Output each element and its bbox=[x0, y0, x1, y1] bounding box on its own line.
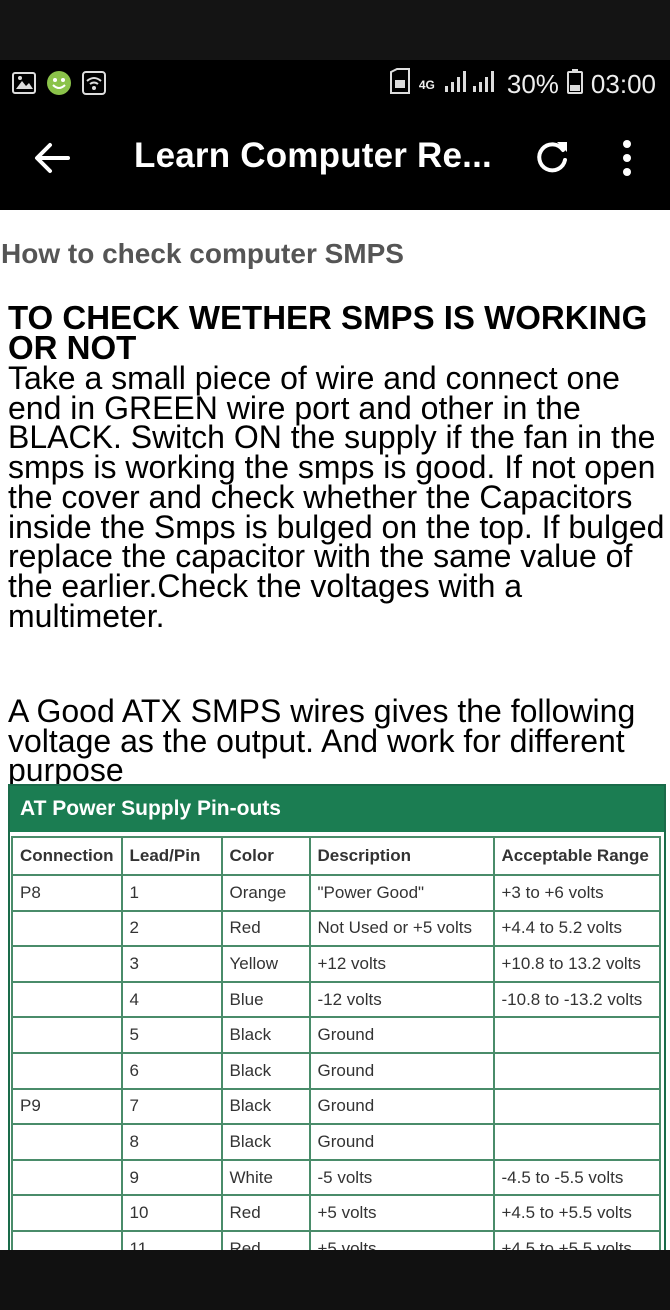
table-cell: 9 bbox=[120, 1158, 223, 1197]
table-row: 9 White -5 volts -4.5 to -5.5 volts bbox=[11, 1158, 661, 1197]
table-cell: Ground bbox=[308, 1051, 495, 1090]
table-cell: P9 bbox=[11, 1087, 123, 1126]
wifi-icon bbox=[82, 71, 106, 100]
table-cell: Red bbox=[220, 909, 311, 948]
table-row: 10 Red +5 volts +4.5 to +5.5 volts bbox=[11, 1194, 661, 1232]
page-heading: How to check computer SMPS bbox=[1, 238, 404, 269]
table-cell bbox=[11, 909, 123, 948]
table-cell bbox=[11, 1016, 123, 1054]
top-black-bar bbox=[0, 0, 670, 60]
table-cell: -12 volts bbox=[308, 980, 495, 1019]
table-cell: Black bbox=[220, 1051, 311, 1090]
table-cell bbox=[11, 1194, 123, 1232]
table-cell: Black bbox=[220, 1016, 311, 1054]
table-cell: -4.5 to -5.5 volts bbox=[492, 1158, 661, 1197]
table-cell: 4 bbox=[120, 980, 223, 1019]
table-cell: 6 bbox=[120, 1051, 223, 1090]
battery-icon bbox=[566, 68, 583, 101]
table-row: 8 Black Ground bbox=[11, 1123, 661, 1161]
table-cell: Blue bbox=[220, 980, 311, 1019]
table-cell: Black bbox=[220, 1087, 311, 1126]
table-row: 3 Yellow +12 volts +10.8 to 13.2 volts bbox=[11, 945, 661, 983]
article-paragraph-2: A Good ATX SMPS wires gives the followin… bbox=[8, 693, 636, 789]
more-vert-icon[interactable] bbox=[612, 136, 642, 180]
table-cell bbox=[492, 1123, 661, 1161]
header-acceptable-range: Acceptable Range bbox=[492, 836, 661, 876]
table-cell: +12 volts bbox=[308, 945, 495, 983]
smiley-icon bbox=[46, 70, 72, 101]
table-cell: White bbox=[220, 1158, 311, 1197]
table-cell: +3 to +6 volts bbox=[492, 874, 661, 912]
table-cell bbox=[11, 1051, 123, 1090]
power-supply-pinout-table: AT Power Supply Pin-outs Connection Lead… bbox=[8, 784, 666, 1250]
table-row: 4 Blue -12 volts -10.8 to -13.2 volts bbox=[11, 980, 661, 1019]
webview-content[interactable]: How to check computer SMPS TO CHECK WETH… bbox=[0, 210, 670, 1250]
table-caption: AT Power Supply Pin-outs bbox=[10, 786, 664, 832]
table-cell: Ground bbox=[308, 1016, 495, 1054]
table-cell bbox=[492, 1016, 661, 1054]
table-cell: +4.5 to +5.5 volts bbox=[492, 1194, 661, 1232]
table-cell: 10 bbox=[120, 1194, 223, 1232]
battery-percent: 30% bbox=[506, 69, 559, 99]
back-arrow-icon[interactable] bbox=[30, 136, 74, 180]
table-cell: Black bbox=[220, 1123, 311, 1161]
bottom-bar bbox=[0, 1250, 670, 1310]
table-cell: 1 bbox=[120, 874, 223, 912]
table-row: 6 Black Ground bbox=[11, 1051, 661, 1090]
refresh-icon[interactable] bbox=[530, 136, 574, 180]
table-row: 2 Red Not Used or +5 volts +4.4 to 5.2 volt… bbox=[11, 909, 661, 948]
table-cell: 11 bbox=[120, 1229, 223, 1250]
signal-icon bbox=[443, 68, 499, 101]
table-cell: 3 bbox=[120, 945, 223, 983]
table-cell: Red bbox=[220, 1229, 311, 1250]
image-icon bbox=[12, 72, 36, 99]
article-title: TO CHECK WETHER SMPS IS WORKING OR NOT bbox=[8, 299, 648, 366]
header-lead-pin: Lead/Pin bbox=[120, 836, 223, 876]
table-cell bbox=[11, 980, 123, 1019]
table-cell: -10.8 to -13.2 volts bbox=[492, 980, 661, 1019]
header-color: Color bbox=[220, 836, 311, 876]
table-row: 5 Black Ground bbox=[11, 1016, 661, 1054]
table-cell: Yellow bbox=[220, 945, 311, 983]
table-cell bbox=[492, 1051, 661, 1090]
status-bar: 4G 30% 03:00 bbox=[0, 60, 670, 106]
table-cell: +5 volts bbox=[308, 1194, 495, 1232]
table-cell bbox=[11, 1123, 123, 1161]
table-cell: 7 bbox=[120, 1087, 223, 1126]
table-cell: Red bbox=[220, 1194, 311, 1232]
table-cell: +5 volts bbox=[308, 1229, 495, 1250]
network-type: 4G bbox=[418, 77, 435, 92]
table-cell: +10.8 to 13.2 volts bbox=[492, 945, 661, 983]
table-cell: 5 bbox=[120, 1016, 223, 1054]
table-row: P9 7 Black Ground bbox=[11, 1087, 661, 1126]
table-cell bbox=[11, 1158, 123, 1197]
pinout-table: Connection Lead/Pin Color Description Ac… bbox=[11, 836, 661, 1250]
table-cell: 2 bbox=[120, 909, 223, 948]
table-cell: Not Used or +5 volts bbox=[308, 909, 495, 948]
table-cell bbox=[11, 945, 123, 983]
table-cell: 8 bbox=[120, 1123, 223, 1161]
table-cell bbox=[492, 1087, 661, 1126]
clock: 03:00 bbox=[590, 69, 656, 99]
sim-icon bbox=[389, 68, 411, 101]
table-cell bbox=[11, 1229, 123, 1250]
table-header-row: Connection Lead/Pin Color Description Ac… bbox=[11, 836, 661, 876]
table-cell: P8 bbox=[11, 874, 123, 912]
header-description: Description bbox=[308, 836, 495, 876]
table-cell: Ground bbox=[308, 1087, 495, 1126]
header-connection: Connection bbox=[11, 836, 123, 876]
app-bar: Learn Computer Re... bbox=[0, 106, 670, 210]
table-cell: -5 volts bbox=[308, 1158, 495, 1197]
article-paragraph-1: Take a small piece of wire and connect o… bbox=[8, 360, 665, 634]
app-title: Learn Computer Re... bbox=[134, 136, 492, 175]
table-cell: +4.5 to +5.5 volts bbox=[492, 1229, 661, 1250]
table-cell: Ground bbox=[308, 1123, 495, 1161]
table-cell: +4.4 to 5.2 volts bbox=[492, 909, 661, 948]
table-cell: Orange bbox=[220, 874, 311, 912]
table-row: P8 1 Orange "Power Good" +3 to +6 volts bbox=[11, 874, 661, 912]
table-row: 11 Red +5 volts +4.5 to +5.5 volts bbox=[11, 1229, 661, 1250]
table-cell: "Power Good" bbox=[308, 874, 495, 912]
